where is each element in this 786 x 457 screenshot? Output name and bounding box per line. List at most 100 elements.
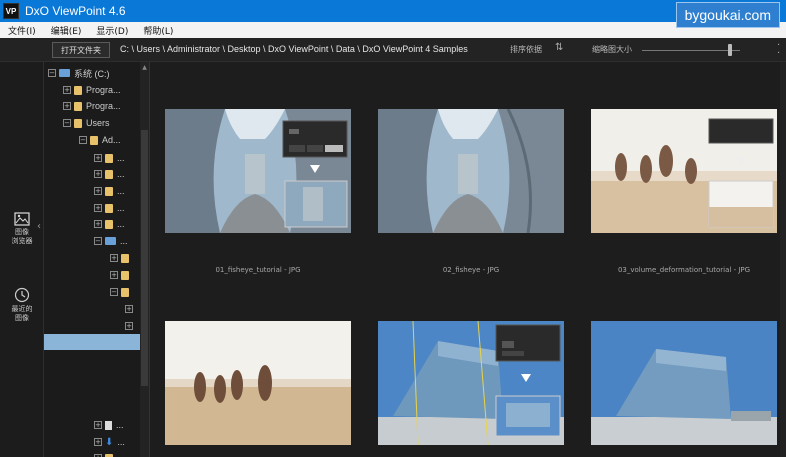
tree-item-folder[interactable]: + ...	[94, 183, 125, 199]
expand-icon[interactable]: +	[63, 102, 71, 110]
tree-item-data[interactable]: +	[125, 301, 136, 317]
thumbnail-volume-deformation-tutorial[interactable]	[591, 109, 777, 233]
tree-item-dxo-viewpoint[interactable]: −	[110, 284, 133, 300]
collapse-panel-chevron-icon[interactable]: ‹	[34, 214, 44, 238]
tree-item-folder[interactable]: + ...	[94, 200, 125, 216]
tree-item-administrator[interactable]: − Ad...	[79, 132, 121, 148]
fisheye-tutorial-image	[165, 109, 351, 233]
sort-arrows-icon[interactable]: ⇅	[555, 42, 563, 53]
thumbnail-size-slider[interactable]	[642, 50, 740, 51]
tree-scrollbar-thumb[interactable]	[141, 130, 148, 386]
expand-icon[interactable]: +	[63, 86, 71, 94]
window-title: DxO ViewPoint 4.6	[25, 4, 126, 18]
menu-file[interactable]: 文件(I)	[0, 24, 43, 37]
thumbnail-size-slider-handle[interactable]	[728, 44, 732, 56]
grid-scrollbar[interactable]	[780, 62, 786, 457]
folder-icon	[105, 453, 113, 457]
tree-label: Progra...	[86, 85, 121, 95]
tree-label: ...	[117, 203, 125, 213]
beach-tutorial-image	[591, 109, 777, 233]
tree-item-users[interactable]: − Users	[63, 115, 110, 131]
folder-icon	[105, 219, 113, 229]
tree-item-desktop[interactable]: − ...	[94, 233, 128, 249]
collapse-icon[interactable]: −	[94, 237, 102, 245]
expand-icon[interactable]: +	[94, 187, 102, 195]
thumbnail-fisheye-tutorial[interactable]	[165, 109, 351, 233]
more-options-icon[interactable]: · ·	[777, 41, 780, 59]
tree-label: ...	[117, 437, 125, 447]
expand-icon[interactable]: +	[94, 204, 102, 212]
building-image	[591, 321, 777, 445]
tree-label: ...	[117, 153, 125, 163]
tree-item-folder[interactable]: +	[110, 250, 133, 266]
tree-label: Users	[86, 118, 110, 128]
left-mode-strip: 图像 浏览器 最近的 图像 ‹	[0, 62, 44, 457]
tree-selected-row[interactable]	[44, 334, 140, 350]
tree-item-folder[interactable]: + ...	[94, 216, 125, 232]
tree-item-samples[interactable]: +	[125, 318, 136, 334]
watermark-badge: bygoukai.com	[675, 2, 780, 28]
thumbnail-fisheye[interactable]	[378, 109, 564, 233]
tree-label: 系统 (C:)	[74, 68, 110, 79]
expand-icon[interactable]: +	[94, 170, 102, 178]
tree-label: ...	[117, 186, 125, 196]
tree-label: ...	[117, 219, 125, 229]
folder-icon	[74, 101, 82, 111]
expand-icon[interactable]: +	[94, 438, 102, 446]
folder-icon	[121, 270, 129, 280]
folder-icon	[105, 186, 113, 196]
building-tutorial-image	[378, 321, 564, 445]
thumbnail-beach[interactable]	[165, 321, 351, 445]
expand-icon[interactable]: +	[94, 421, 102, 429]
thumbnail-size-label: 缩略图大小	[592, 45, 632, 54]
thumbnail-building-tutorial[interactable]	[378, 321, 564, 445]
tree-item-program-files-2[interactable]: + Progra...	[63, 98, 121, 114]
folder-icon	[121, 253, 129, 263]
sort-by-label[interactable]: 排序依据	[510, 44, 542, 55]
expand-icon[interactable]: +	[94, 154, 102, 162]
recent-images-button[interactable]: 最近的 图像	[0, 287, 44, 323]
tree-item-folder[interactable]: + ...	[94, 166, 125, 182]
folder-icon	[105, 169, 113, 179]
toolbar: 打开文件夹 C: \ Users \ Administrator \ Deskt…	[0, 38, 786, 62]
scroll-up-arrow-icon[interactable]: ▲	[140, 64, 149, 71]
open-folder-button[interactable]: 打开文件夹	[52, 42, 110, 58]
collapse-icon[interactable]: −	[63, 119, 71, 127]
collapse-icon[interactable]: −	[79, 136, 87, 144]
menu-bar: 文件(I) 编辑(E) 显示(D) 帮助(L)	[0, 22, 786, 38]
app-logo-icon: VP	[3, 3, 19, 19]
breadcrumb-path[interactable]: C: \ Users \ Administrator \ Desktop \ D…	[120, 44, 468, 54]
tree-label: Progra...	[86, 101, 121, 111]
title-bar: VP DxO ViewPoint 4.6	[0, 0, 786, 22]
folder-icon	[121, 287, 129, 297]
expand-icon[interactable]: +	[94, 220, 102, 228]
menu-help[interactable]: 帮助(L)	[135, 24, 180, 37]
thumbnail-caption: 01_fisheye_tutorial - JPG	[215, 266, 301, 274]
expand-icon[interactable]: +	[125, 305, 133, 313]
tree-item-downloads[interactable]: + ⬇ ...	[94, 434, 125, 450]
tree-item-drive[interactable]: − 系统 (C:)	[48, 65, 110, 81]
thumbnail-building[interactable]	[591, 321, 777, 445]
tree-item-folder[interactable]: +	[94, 450, 117, 457]
menu-edit[interactable]: 编辑(E)	[43, 24, 89, 37]
clock-icon	[14, 287, 30, 303]
tree-item-folder[interactable]: +	[110, 267, 133, 283]
menu-view[interactable]: 显示(D)	[88, 24, 135, 37]
folder-icon	[105, 203, 113, 213]
tree-label: ...	[117, 169, 125, 179]
drive-icon	[59, 69, 70, 77]
expand-icon[interactable]: +	[125, 322, 133, 330]
thumbnail-caption: 02_fisheye - JPG	[442, 266, 500, 274]
tree-item-program-files-1[interactable]: + Progra...	[63, 82, 121, 98]
folder-icon	[105, 153, 113, 163]
thumbnail-caption: 03_volume_deformation_tutorial - JPG	[617, 266, 751, 274]
collapse-icon[interactable]: −	[48, 69, 56, 77]
expand-icon[interactable]: +	[110, 254, 118, 262]
tree-label: Ad...	[102, 135, 121, 145]
collapse-icon[interactable]: −	[110, 288, 118, 296]
desktop-folder-icon	[105, 237, 116, 245]
expand-icon[interactable]: +	[110, 271, 118, 279]
tree-item-folder[interactable]: + ...	[94, 150, 125, 166]
tree-item-documents[interactable]: + ...	[94, 417, 124, 433]
download-arrow-icon: ⬇	[105, 436, 114, 448]
